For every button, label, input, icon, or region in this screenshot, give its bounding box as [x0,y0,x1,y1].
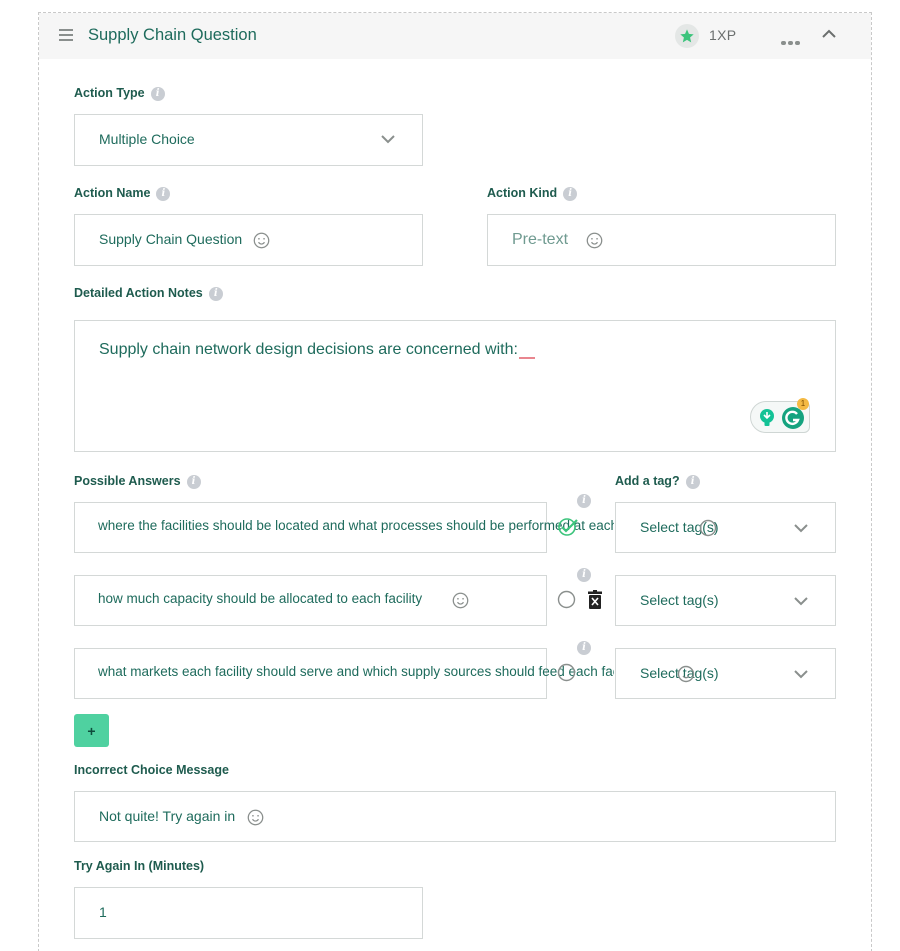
action-kind-input[interactable]: Pre-text [487,214,836,266]
action-name-input[interactable]: Supply Chain Question [74,214,423,266]
chevron-down-icon [794,597,808,606]
answer-row: how much capacity should be allocated to… [74,575,614,626]
action-name-value: Supply Chain Question [99,231,243,247]
add-tag-label: Add a tag? i [615,474,700,489]
incorrect-message-value: Not quite! Try again in [99,808,236,824]
grammarly-badge: 1 [797,398,809,410]
answer-text: what markets each facility should serve … [98,664,614,679]
info-icon[interactable]: i [563,186,578,201]
emoji-picker-icon[interactable] [253,232,270,249]
info-icon[interactable]: i [208,286,223,301]
answer-text: where the facilities should be located a… [98,518,614,533]
add-answer-button[interactable]: + [74,714,109,747]
info-icon[interactable]: i [186,474,201,489]
collapse-icon[interactable] [822,29,836,39]
try-again-label: Try Again In (Minutes) [74,859,205,873]
action-type-select[interactable]: Multiple Choice [74,114,423,166]
grammarly-widget[interactable]: 1 [750,398,810,433]
star-icon [675,24,699,48]
answer-row: where the facilities should be located a… [74,502,614,553]
tag-select[interactable]: Select tag(s) [615,648,836,699]
action-name-label: Action Name i [74,186,171,201]
action-type-label: Action Type i [74,86,165,101]
tag-placeholder: Select tag(s) [640,592,719,608]
action-kind-label: Action Kind i [487,186,578,201]
card-header: Supply Chain Question 1XP [39,13,871,59]
spellcheck-underline [519,357,535,359]
try-again-value: 1 [99,904,107,920]
incorrect-message-label: Incorrect Choice Message [74,763,229,777]
info-icon[interactable]: i [685,474,700,489]
info-icon[interactable]: i [150,86,165,101]
action-kind-placeholder: Pre-text [512,231,569,248]
correct-answer-check-icon[interactable] [557,517,579,537]
chevron-down-icon [794,670,808,679]
drag-handle-icon[interactable] [59,29,73,41]
lightbulb-icon [760,409,774,426]
answer-row: what markets each facility should serve … [74,648,614,699]
more-options-icon[interactable] [781,32,803,45]
tag-select[interactable]: Select tag(s) [615,502,836,553]
delete-icon[interactable] [587,590,603,609]
xp-value: 1XP [709,27,737,43]
incorrect-message-input[interactable]: Not quite! Try again in [74,791,836,842]
chevron-down-icon [381,135,395,144]
card-title: Supply Chain Question [88,26,257,44]
radio-icon[interactable] [557,590,576,609]
notes-label: Detailed Action Notes i [74,286,223,301]
info-icon[interactable]: i [156,186,171,201]
answer-text: how much capacity should be allocated to… [98,591,423,606]
radio-icon[interactable] [699,519,717,537]
radio-icon[interactable] [557,663,576,682]
emoji-picker-icon[interactable] [452,592,469,609]
tag-select[interactable]: Select tag(s) [615,575,836,626]
emoji-picker-icon[interactable] [677,665,695,683]
action-type-value: Multiple Choice [99,131,195,147]
emoji-picker-icon[interactable] [247,809,264,826]
notes-textarea[interactable]: Supply chain network design decisions ar… [74,320,836,452]
emoji-picker-icon[interactable] [586,232,603,249]
try-again-input[interactable]: 1 [74,887,423,939]
possible-answers-label: Possible Answers i [74,474,201,489]
notes-value: Supply chain network design decisions ar… [99,341,518,358]
chevron-down-icon [794,524,808,533]
